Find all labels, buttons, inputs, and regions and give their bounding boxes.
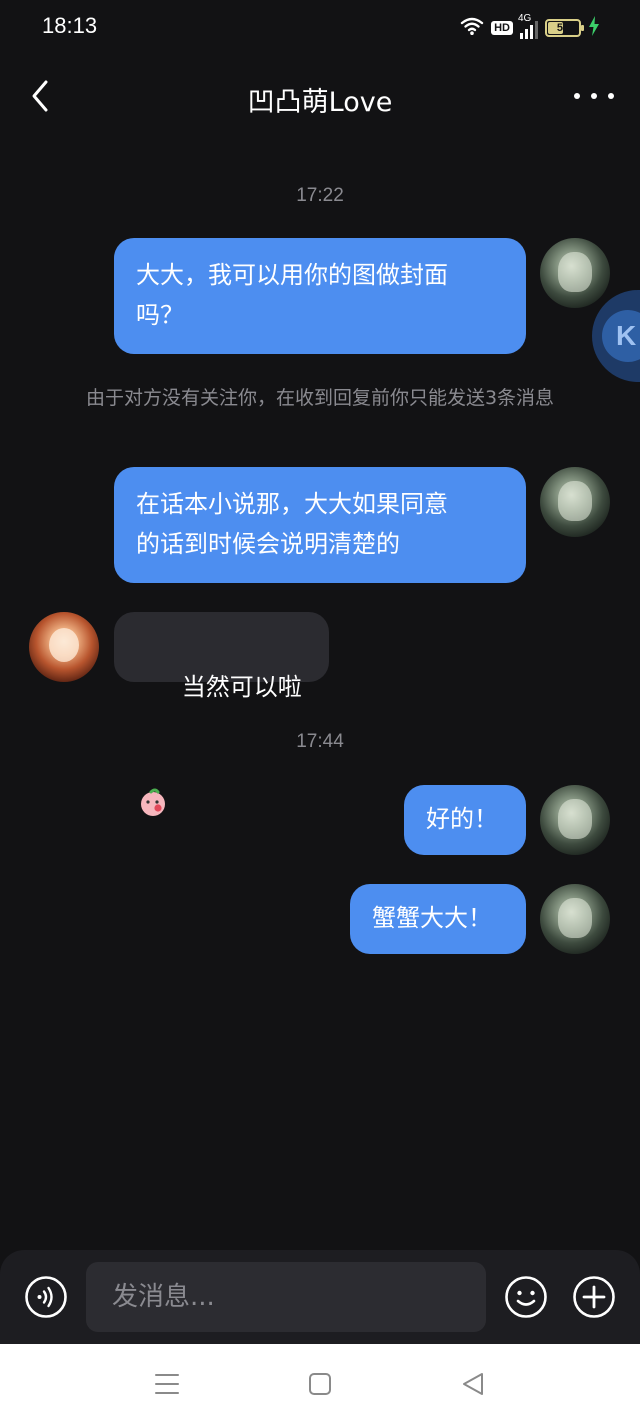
nav-home-button[interactable] [305, 1369, 335, 1399]
smiley-icon [505, 1276, 547, 1318]
menu-icon [155, 1374, 179, 1394]
message-timestamp: 17:44 [296, 731, 344, 752]
contact-avatar[interactable] [29, 612, 99, 682]
my-avatar[interactable] [540, 467, 610, 537]
hd-badge: HD [491, 21, 513, 35]
message-input[interactable] [86, 1262, 486, 1332]
voice-icon [25, 1276, 67, 1318]
message-timestamp: 17:22 [296, 185, 344, 206]
battery-indicator: 51 [545, 19, 584, 37]
status-bar: 18:13 HD 4G 51 [0, 0, 640, 56]
chat-title: 凹凸萌Love [247, 87, 393, 118]
plus-button[interactable] [572, 1275, 616, 1319]
chat-screen: 18:13 HD 4G 51 凹凸萌Love 17:22 大大，我可以用你的图做… [0, 0, 640, 1422]
incoming-message[interactable]: 当然可以啦 [114, 612, 329, 816]
voice-button[interactable] [24, 1275, 68, 1319]
my-avatar[interactable] [540, 785, 610, 855]
nav-back-button[interactable] [458, 1369, 488, 1399]
outgoing-message[interactable]: 在话本小说那，大大如果同意 的话到时候会说明清楚的 [114, 467, 526, 583]
my-avatar[interactable] [540, 884, 610, 954]
floating-assistant-icon: K [602, 310, 640, 362]
my-avatar[interactable] [540, 238, 610, 308]
incoming-message-text: 当然可以啦 [181, 673, 302, 701]
battery-level: 51 [556, 22, 570, 34]
system-notice: 由于对方没有关注你，在收到回复前你只能发送3条消息 [85, 387, 555, 409]
system-nav-bar [0, 1344, 640, 1422]
home-square-icon [309, 1373, 331, 1395]
outgoing-message[interactable]: 蟹蟹大大！ [350, 884, 526, 954]
emoji-button[interactable] [504, 1275, 548, 1319]
network-type: 4G [518, 13, 532, 24]
floating-assistant-button[interactable]: K [592, 290, 640, 382]
charging-icon [588, 16, 600, 40]
status-time: 18:13 [42, 13, 98, 38]
more-dot [591, 93, 597, 99]
more-dot [608, 93, 614, 99]
nav-menu-button[interactable] [152, 1369, 182, 1399]
plus-icon [573, 1276, 615, 1318]
chat-header: 凹凸萌Love [0, 60, 640, 136]
more-dot [574, 93, 580, 99]
outgoing-message[interactable]: 大大，我可以用你的图做封面 吗？ [114, 238, 526, 354]
wifi-icon [460, 16, 484, 40]
more-button[interactable] [574, 76, 614, 116]
outgoing-message[interactable]: 好的！ [404, 785, 526, 855]
input-bar [0, 1250, 640, 1344]
back-triangle-icon [463, 1373, 483, 1395]
signal-icon: 4G [518, 13, 538, 39]
status-icons: HD 4G 51 [460, 13, 600, 40]
